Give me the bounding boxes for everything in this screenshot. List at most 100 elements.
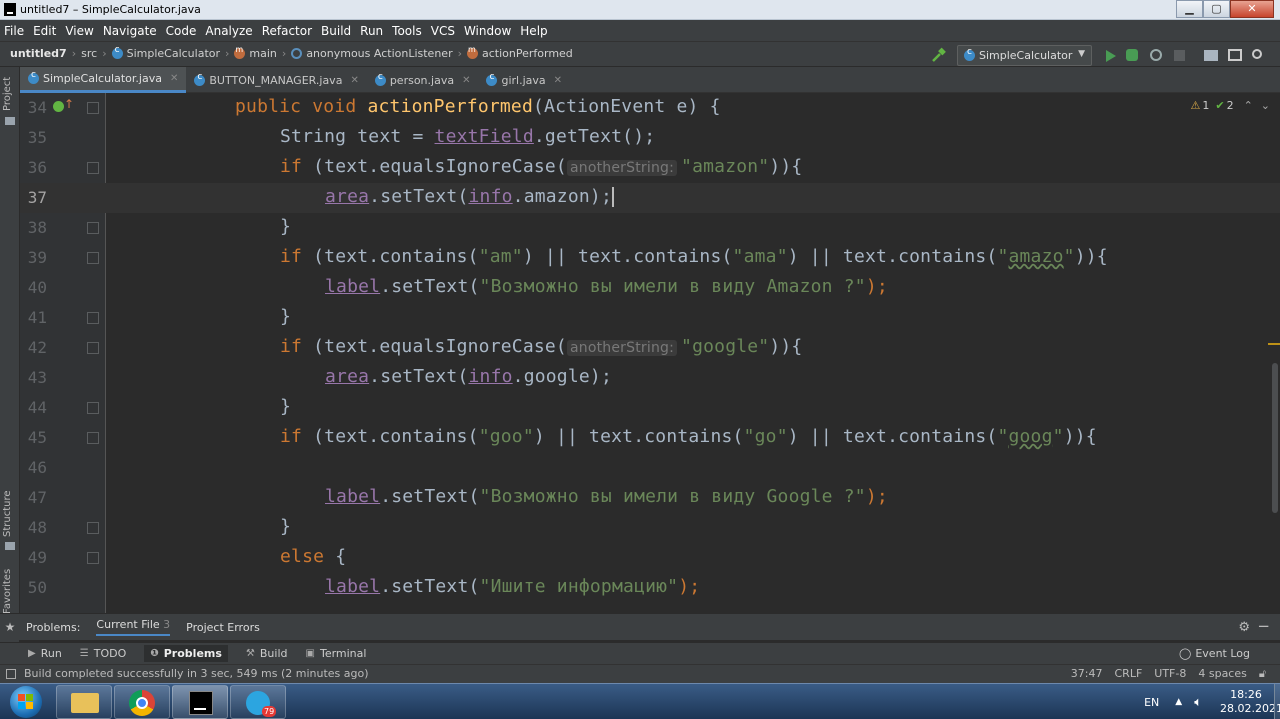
run-tool-button[interactable]: ▶ Run xyxy=(28,647,62,660)
code-text: area.setText(info.amazon); xyxy=(325,186,614,207)
close-tab-icon[interactable]: ✕ xyxy=(170,73,178,84)
close-tab-icon[interactable]: ✕ xyxy=(554,75,562,86)
fold-marker[interactable] xyxy=(87,222,99,234)
taskbar-chrome[interactable] xyxy=(114,685,170,719)
token-plain: .setText( xyxy=(380,576,480,597)
run-icon[interactable] xyxy=(1106,50,1116,62)
token-method-name: actionPerformed xyxy=(367,96,534,117)
hide-panel-icon[interactable]: − xyxy=(1257,617,1270,635)
token-plain: (text.contains( xyxy=(313,246,479,267)
menu-edit[interactable]: Edit xyxy=(33,24,56,38)
breadcrumb-anonymous-class[interactable]: anonymous ActionListener › xyxy=(291,47,467,60)
minimize-button[interactable]: ▁ xyxy=(1176,0,1203,18)
fold-marker[interactable] xyxy=(87,312,99,324)
line-number: 46 xyxy=(27,458,47,477)
fold-marker[interactable] xyxy=(87,432,99,444)
status-message[interactable]: Build completed successfully in 3 sec, 5… xyxy=(24,667,369,680)
build-tool-button[interactable]: ⚒ Build xyxy=(246,647,288,660)
project-tool-window-button[interactable]: Project xyxy=(2,77,13,111)
tab-girl[interactable]: girl.java ✕ xyxy=(478,67,570,93)
taskbar-explorer[interactable] xyxy=(56,685,112,719)
fold-marker[interactable] xyxy=(87,252,99,264)
tab-current-file[interactable]: Current File 3 xyxy=(96,618,171,636)
event-log-label: Event Log xyxy=(1195,647,1250,660)
code-text: if (text.contains("goo") || text.contain… xyxy=(280,426,1097,447)
indent-setting[interactable]: 4 spaces xyxy=(1198,667,1247,681)
stop-button[interactable] xyxy=(1172,47,1188,63)
debug-button[interactable] xyxy=(1124,47,1140,63)
todo-tool-button[interactable]: ☰ TODO xyxy=(80,647,126,660)
menu-refactor[interactable]: Refactor xyxy=(262,24,312,38)
fold-marker[interactable] xyxy=(87,402,99,414)
favorites-tool-window-button[interactable]: Favorites xyxy=(2,569,13,614)
menu-run[interactable]: Run xyxy=(360,24,383,38)
breadcrumb-action-performed[interactable]: actionPerformed xyxy=(467,45,573,60)
line-number: 36 xyxy=(27,158,47,177)
tab-simplecalculator[interactable]: SimpleCalculator.java ✕ xyxy=(20,67,187,93)
fold-marker[interactable] xyxy=(87,522,99,534)
menu-navigate[interactable]: Navigate xyxy=(103,24,157,38)
caret-position[interactable]: 37:47 xyxy=(1071,667,1103,681)
file-encoding[interactable]: UTF-8 xyxy=(1154,667,1186,681)
code-line: 47 label.setText("Возможно вы имели в ви… xyxy=(20,483,1280,513)
taskbar-intellij[interactable] xyxy=(172,685,228,719)
terminal-tool-button[interactable]: ▣ Terminal xyxy=(306,647,367,660)
breadcrumb-method-main[interactable]: main › xyxy=(234,45,291,60)
close-tab-icon[interactable]: ✕ xyxy=(350,75,358,86)
token-keyword: if xyxy=(280,336,314,357)
project-structure-button[interactable] xyxy=(1204,47,1220,63)
override-marker-icon[interactable] xyxy=(53,101,64,112)
menu-view[interactable]: View xyxy=(65,24,93,38)
lock-icon[interactable]: 🔓︎ xyxy=(1259,667,1266,681)
breadcrumb-class[interactable]: SimpleCalculator › xyxy=(111,45,235,60)
menu-build[interactable]: Build xyxy=(321,24,351,38)
menu-vcs[interactable]: VCS xyxy=(431,24,455,38)
gear-icon[interactable]: ⚙ xyxy=(1238,620,1250,635)
editor-scrollbar[interactable] xyxy=(1272,363,1278,513)
presentation-button[interactable] xyxy=(1228,47,1244,63)
tab-button-manager[interactable]: BUTTON_MANAGER.java ✕ xyxy=(186,67,366,93)
event-log-button[interactable]: ◯ Event Log xyxy=(1179,647,1250,660)
tab-person[interactable]: person.java ✕ xyxy=(367,67,479,93)
fold-marker[interactable] xyxy=(87,162,99,174)
run-configuration-select[interactable]: SimpleCalculator ▼ xyxy=(957,44,1092,66)
code-line: 50 label.setText("Ишите информацию"); xyxy=(20,573,1280,603)
start-button[interactable] xyxy=(4,684,44,719)
fold-marker[interactable] xyxy=(87,102,99,114)
coverage-button[interactable] xyxy=(1148,47,1164,63)
tab-project-errors[interactable]: Project Errors xyxy=(186,621,260,634)
language-indicator[interactable]: EN xyxy=(1144,696,1159,709)
menu-analyze[interactable]: Analyze xyxy=(205,24,252,38)
clock[interactable]: 18:26 28.02.2021 xyxy=(1220,688,1280,716)
warning-stripe-marker[interactable] xyxy=(1268,343,1280,345)
close-tab-icon[interactable]: ✕ xyxy=(462,75,470,86)
menu-tools[interactable]: Tools xyxy=(392,24,422,38)
structure-tool-window-button[interactable]: Structure xyxy=(2,490,13,537)
line-separator[interactable]: CRLF xyxy=(1115,667,1143,681)
line-number: 49 xyxy=(27,548,47,567)
search-button[interactable] xyxy=(1252,47,1268,63)
menu-file[interactable]: File xyxy=(4,24,24,38)
tool-windows-toggle-icon[interactable] xyxy=(6,669,16,679)
menu-code[interactable]: Code xyxy=(166,24,197,38)
fold-marker[interactable] xyxy=(87,552,99,564)
problems-tool-button[interactable]: ❶ Problems xyxy=(144,645,228,662)
code-editor[interactable]: ⚠ 1 ✔ 2 ⌃ ⌄ 34 ↑ public void actionPerfo… xyxy=(20,93,1280,613)
build-hammer-icon[interactable] xyxy=(931,47,947,63)
volume-icon[interactable]: 🔈︎ xyxy=(1194,695,1202,710)
menu-help[interactable]: Help xyxy=(520,24,547,38)
taskbar-telegram[interactable]: 79 xyxy=(230,685,286,719)
token-field: info xyxy=(468,366,513,387)
breadcrumb-project[interactable]: untitled7 › xyxy=(10,47,81,60)
line-number: 38 xyxy=(27,218,47,237)
fold-marker[interactable] xyxy=(87,342,99,354)
code-line: 38 } xyxy=(20,213,1280,243)
token-field: textField xyxy=(434,126,534,147)
token-plain: (text.contains( xyxy=(313,426,479,447)
show-desktop-button[interactable] xyxy=(1274,684,1280,719)
breadcrumb-src[interactable]: src › xyxy=(81,47,111,60)
maximize-button[interactable]: ▢ xyxy=(1203,0,1230,18)
menu-window[interactable]: Window xyxy=(464,24,511,38)
tray-expand-icon[interactable]: ▲ xyxy=(1175,697,1182,707)
close-button[interactable]: ✕ xyxy=(1230,0,1274,18)
